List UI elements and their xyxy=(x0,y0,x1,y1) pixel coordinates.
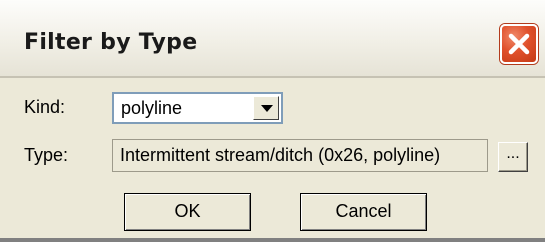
kind-label: Kind: xyxy=(24,97,66,117)
window-bottom-edge xyxy=(0,238,545,242)
browse-button[interactable]: ... xyxy=(498,142,528,172)
type-value: Intermittent stream/ditch (0x26, polylin… xyxy=(120,145,441,165)
window-title: Filter by Type xyxy=(24,30,198,55)
type-field: Intermittent stream/ditch (0x26, polylin… xyxy=(112,139,488,172)
cancel-button[interactable]: Cancel xyxy=(300,193,427,231)
filter-by-type-dialog: Filter by Type Kind: polyline Type: Inte… xyxy=(0,0,545,242)
close-icon xyxy=(508,33,530,55)
ok-button[interactable]: OK xyxy=(124,193,251,231)
type-label: Type: xyxy=(24,145,69,165)
kind-selected-value: polyline xyxy=(121,98,183,118)
kind-dropdown[interactable]: polyline xyxy=(112,92,283,124)
dropdown-arrow-icon[interactable] xyxy=(253,96,279,120)
title-bar[interactable]: Filter by Type xyxy=(0,0,545,78)
close-button[interactable] xyxy=(500,24,538,64)
